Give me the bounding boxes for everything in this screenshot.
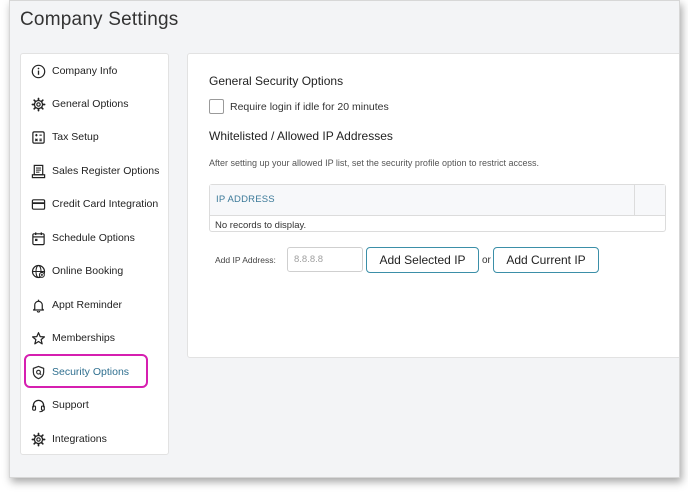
sidebar-item-support[interactable]: Support xyxy=(25,390,163,420)
bell-icon xyxy=(31,298,46,313)
sidebar-item-general-options[interactable]: General Options xyxy=(25,89,163,119)
calculator-icon xyxy=(31,130,46,145)
add-current-ip-button[interactable]: Add Current IP xyxy=(493,247,599,273)
whitelist-help-text: After setting up your allowed IP list, s… xyxy=(209,158,539,168)
sidebar-item-label: Schedule Options xyxy=(52,232,135,244)
gear-icon xyxy=(31,432,46,447)
ip-address-table: IP ADDRESS No records to display. xyxy=(209,184,666,232)
sidebar-item-integrations[interactable]: Integrations xyxy=(25,424,163,454)
sidebar-item-memberships[interactable]: Memberships xyxy=(25,323,163,353)
sidebar-item-online-booking[interactable]: Online Booking xyxy=(25,256,163,286)
receipt-icon xyxy=(31,164,46,179)
security-options-panel: General Security Options Require login i… xyxy=(187,53,679,358)
sidebar-item-label: Appt Reminder xyxy=(52,299,123,311)
column-divider xyxy=(634,185,635,215)
whitelist-title: Whitelisted / Allowed IP Addresses xyxy=(209,129,393,143)
sidebar-item-label: Support xyxy=(52,399,89,411)
sidebar-item-label: Company Info xyxy=(52,65,118,77)
sidebar-item-schedule-options[interactable]: Schedule Options xyxy=(25,223,163,253)
calendar-icon xyxy=(31,231,46,246)
sidebar-item-label: Integrations xyxy=(52,433,107,445)
settings-window: Company Settings Company Info General Op… xyxy=(9,0,680,478)
star-icon xyxy=(31,331,46,346)
add-ip-row: Add IP Address: Add Selected IP or Add C… xyxy=(215,247,655,273)
column-header-ip-address[interactable]: IP ADDRESS xyxy=(216,194,275,205)
page-title: Company Settings xyxy=(20,9,179,30)
sidebar-nav: Company Info General Options Tax Setup S… xyxy=(20,53,169,455)
sidebar-item-company-info[interactable]: Company Info xyxy=(25,56,163,86)
add-ip-label: Add IP Address: xyxy=(215,255,276,265)
or-separator: or xyxy=(482,255,491,266)
sidebar-item-label: Online Booking xyxy=(52,265,124,277)
idle-login-label: Require login if idle for 20 minutes xyxy=(230,100,389,113)
globe-icon xyxy=(31,264,46,279)
idle-login-option: Require login if idle for 20 minutes xyxy=(209,99,389,114)
sidebar-item-sales-register-options[interactable]: Sales Register Options xyxy=(25,156,163,186)
active-item-highlight xyxy=(24,354,148,388)
sidebar-item-label: General Options xyxy=(52,98,129,110)
table-empty-message: No records to display. xyxy=(215,220,307,231)
sidebar-item-label: Credit Card Integration xyxy=(52,198,159,210)
sidebar-item-label: Memberships xyxy=(52,332,116,344)
ip-address-input[interactable] xyxy=(287,247,363,272)
general-security-title: General Security Options xyxy=(209,74,344,88)
add-selected-ip-button[interactable]: Add Selected IP xyxy=(366,247,479,273)
sidebar-item-appt-reminder[interactable]: Appt Reminder xyxy=(25,290,163,320)
headset-icon xyxy=(31,398,46,413)
info-icon xyxy=(31,64,46,79)
idle-login-checkbox[interactable] xyxy=(209,99,224,114)
gear-icon xyxy=(31,97,46,112)
sidebar-item-label: Tax Setup xyxy=(52,131,99,143)
credit-card-icon xyxy=(31,197,46,212)
sidebar-item-credit-card-integration[interactable]: Credit Card Integration xyxy=(25,189,163,219)
table-header: IP ADDRESS xyxy=(210,185,665,216)
sidebar-item-label: Sales Register Options xyxy=(52,165,160,177)
sidebar-item-tax-setup[interactable]: Tax Setup xyxy=(25,122,163,152)
